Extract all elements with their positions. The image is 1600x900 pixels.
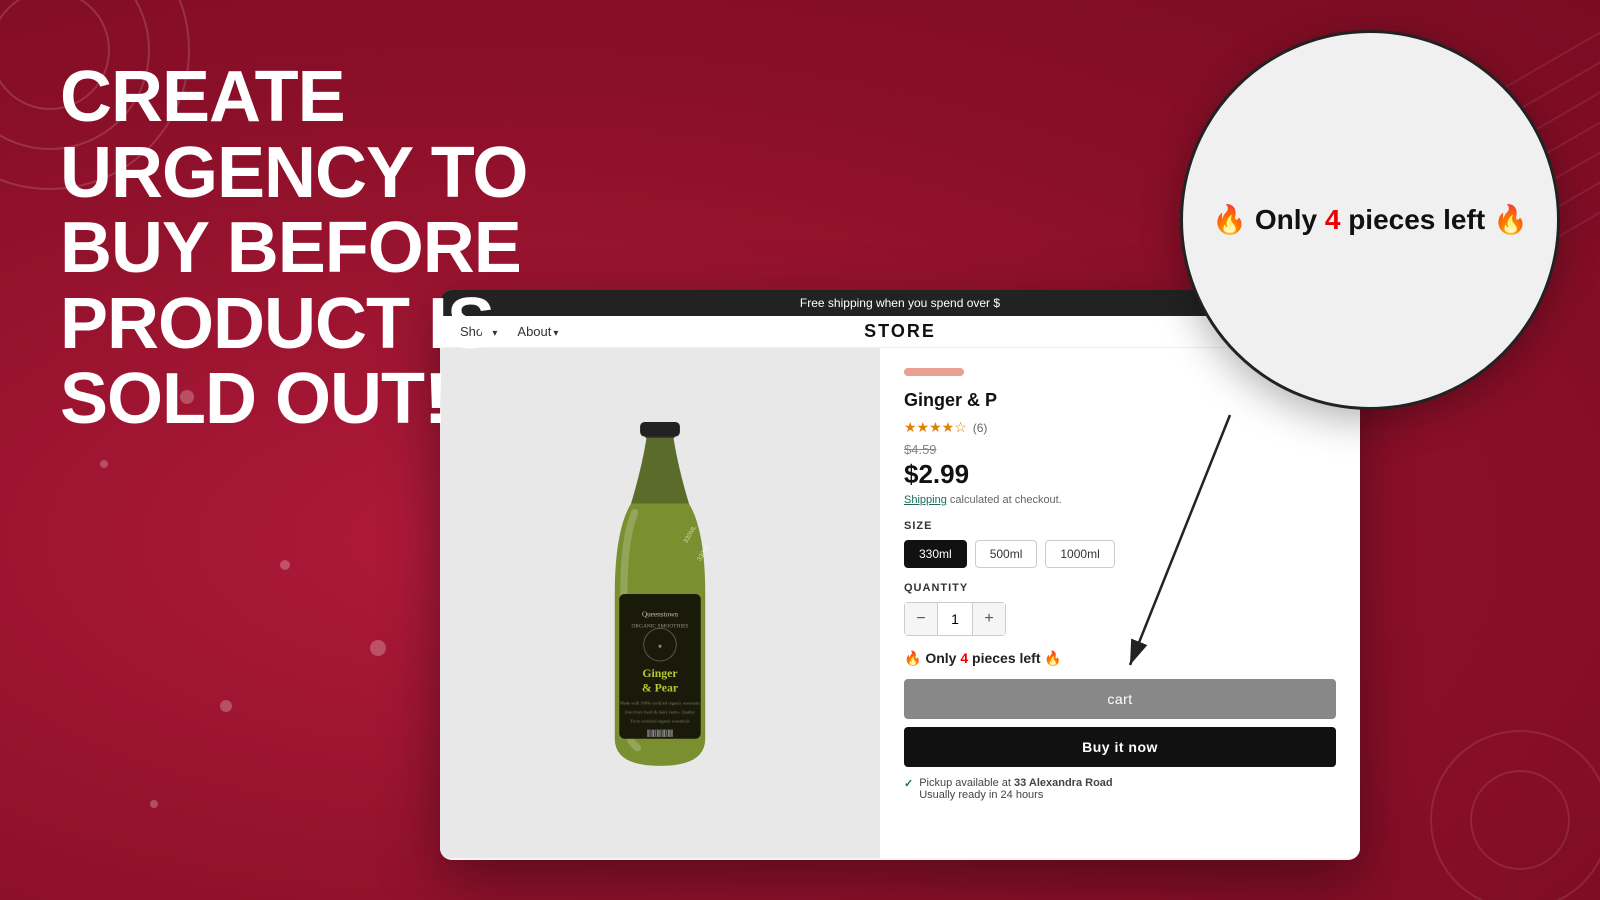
dot-6: [150, 800, 158, 808]
callout-number: 4: [1325, 204, 1341, 235]
star-rating: ★★★★☆: [904, 419, 967, 436]
qty-minus-btn[interactable]: −: [905, 603, 937, 635]
headline-section: CREATE URGENCY TO BUY BEFORE PRODUCT IS …: [60, 60, 640, 438]
dot-4: [220, 700, 232, 712]
shipping-text: calculated at checkout.: [950, 494, 1062, 506]
product-details: Ginger & P ★★★★☆ (6) $4.59 $2.99 Shippin…: [880, 348, 1360, 858]
review-count: (6): [973, 421, 988, 435]
callout-fire-right: 🔥: [1493, 204, 1528, 235]
urgency-fire-left: 🔥: [904, 650, 921, 666]
svg-text:& Pear: & Pear: [642, 682, 678, 695]
add-cart-label: cart: [1107, 691, 1132, 707]
add-to-cart-button[interactable]: cart: [904, 679, 1336, 719]
store-logo: STORE: [864, 321, 936, 342]
svg-text:Forty certified organic essent: Forty certified organic essentials: [631, 718, 690, 723]
headline-text: CREATE URGENCY TO BUY BEFORE PRODUCT IS …: [60, 60, 640, 438]
qty-plus-btn[interactable]: +: [973, 603, 1005, 635]
size-1000ml[interactable]: 1000ml: [1045, 540, 1114, 568]
qty-control: − 1 +: [904, 602, 1006, 636]
product-name: Ginger & P: [904, 390, 1336, 411]
size-options: 330ml 500ml 1000ml: [904, 540, 1336, 568]
qty-label: QUANTITY: [904, 582, 1336, 594]
original-price: $4.59: [904, 442, 1336, 457]
headline-line3: SOLD OUT!: [60, 359, 447, 439]
banner-text: Free shipping when you spend over $: [800, 296, 1000, 310]
svg-text:fruit from fresh & dairy farms: fruit from fresh & dairy farms. Quality: [625, 709, 696, 714]
product-bottle-svg: Queenstown ORGANIC SMOOTHIES ★ Ginger & …: [580, 413, 740, 793]
callout-text: 🔥 Only 4 pieces left 🔥: [1212, 202, 1528, 238]
callout-fire-left: 🔥: [1212, 204, 1247, 235]
urgency-number: 4: [960, 650, 968, 666]
pickup-info: ✓ Pickup available at 33 Alexandra Road …: [904, 777, 1336, 801]
callout-pieces: pieces left: [1348, 204, 1485, 235]
urgency-fire-right: 🔥: [1044, 650, 1061, 666]
urgency-message: 🔥 Only 4 pieces left 🔥: [904, 650, 1336, 667]
svg-text:Ginger: Ginger: [642, 667, 677, 680]
product-rating: ★★★★☆ (6): [904, 419, 1336, 436]
headline-line1: CREATE URGENCY TO: [60, 57, 527, 213]
callout-only: Only: [1255, 204, 1325, 235]
size-330ml[interactable]: 330ml: [904, 540, 967, 568]
urgency-text-after: pieces left: [972, 650, 1044, 666]
pickup-text: Pickup available at: [919, 777, 1014, 789]
dot-2: [280, 560, 290, 570]
sale-price: $2.99: [904, 459, 1336, 490]
svg-text:★: ★: [658, 644, 663, 650]
svg-text:Made with 100% certified organ: Made with 100% certified organic essenti…: [620, 700, 701, 705]
urgency-text-before: Only: [925, 650, 960, 666]
size-500ml[interactable]: 500ml: [975, 540, 1038, 568]
callout-circle: 🔥 Only 4 pieces left 🔥: [1180, 30, 1560, 410]
deco-circle-br-2: [1430, 730, 1600, 900]
size-label: SIZE: [904, 520, 1336, 532]
pickup-subtext: Usually ready in 24 hours: [919, 789, 1043, 801]
headline-line2: BUY BEFORE PRODUCT IS: [60, 208, 521, 364]
svg-text:Queenstown: Queenstown: [642, 611, 678, 619]
dot-3: [100, 460, 108, 468]
urgency-bar-indicator: [904, 368, 964, 376]
buy-now-label: Buy it now: [1082, 739, 1158, 755]
buy-now-button[interactable]: Buy it now: [904, 727, 1336, 767]
dot-5: [370, 640, 386, 656]
pickup-checkmark: ✓: [904, 777, 913, 790]
qty-value: 1: [937, 603, 973, 635]
pickup-location: 33 Alexandra Road: [1014, 777, 1113, 789]
shipping-note: Shipping calculated at checkout.: [904, 494, 1336, 506]
shipping-link[interactable]: Shipping: [904, 494, 947, 506]
